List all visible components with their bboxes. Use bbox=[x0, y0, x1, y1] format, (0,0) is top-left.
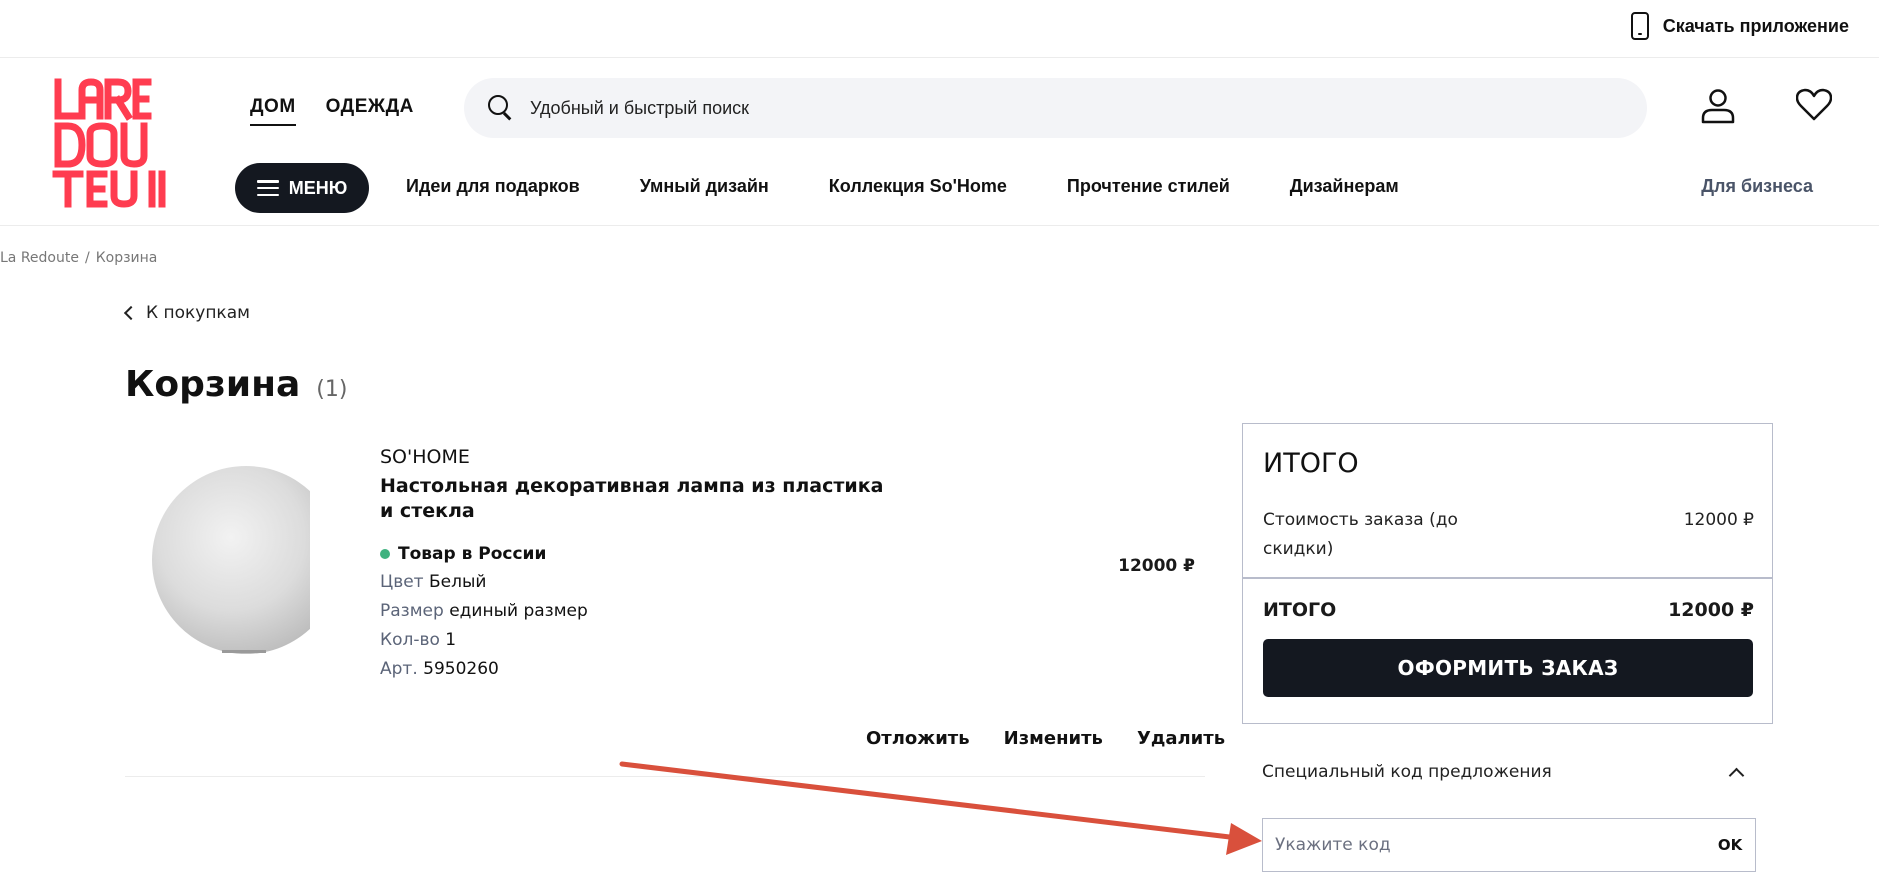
nav-gift-ideas[interactable]: Идеи для подарков bbox=[406, 176, 580, 197]
total-label: ИТОГО bbox=[1263, 599, 1337, 621]
summary-divider bbox=[1243, 577, 1772, 579]
nav-designers[interactable]: Дизайнерам bbox=[1290, 176, 1399, 197]
promo-code-input[interactable] bbox=[1263, 835, 1705, 855]
category-nav: Идеи для подарков Умный дизайн Коллекция… bbox=[406, 176, 1399, 197]
breadcrumb: La Redoute / Корзина bbox=[0, 250, 157, 266]
back-label: К покупкам bbox=[146, 303, 250, 323]
total-value: 12000 ₽ bbox=[1668, 599, 1754, 621]
sku-value: 5950260 bbox=[423, 659, 499, 679]
summary-title: ИТОГО bbox=[1263, 448, 1359, 479]
business-link[interactable]: Для бизнеса bbox=[1701, 176, 1813, 197]
tab-clothing[interactable]: ОДЕЖДА bbox=[326, 96, 414, 126]
color-label: Цвет bbox=[380, 572, 424, 592]
quantity-label: Кол-во bbox=[380, 630, 440, 650]
heart-icon[interactable] bbox=[1796, 88, 1832, 122]
download-app-label: Скачать приложение bbox=[1662, 15, 1849, 36]
search-input[interactable] bbox=[530, 97, 1530, 119]
promo-toggle-label: Специальный код предложения bbox=[1262, 762, 1552, 782]
search-bar[interactable] bbox=[464, 78, 1647, 138]
hamburger-icon bbox=[256, 180, 279, 196]
order-summary: ИТОГО Стоимость заказа (до скидки) 12000… bbox=[1242, 423, 1773, 724]
breadcrumb-current: Корзина bbox=[95, 250, 158, 266]
color-value: Белый bbox=[429, 572, 487, 592]
size-label: Размер bbox=[380, 601, 444, 621]
product-price: 12000 ₽ bbox=[1118, 556, 1195, 576]
menu-label: МЕНЮ bbox=[288, 177, 348, 198]
breadcrumb-root[interactable]: La Redoute bbox=[0, 250, 79, 266]
product-image[interactable] bbox=[150, 462, 310, 657]
delete-button[interactable]: Удалить bbox=[1137, 728, 1225, 749]
la-redoute-logo[interactable] bbox=[52, 78, 186, 208]
nav-smart-design[interactable]: Умный дизайн bbox=[640, 176, 769, 197]
promo-submit-button[interactable]: OK bbox=[1705, 836, 1755, 854]
search-icon[interactable] bbox=[488, 95, 514, 121]
product-quantity: Кол-во 1 bbox=[380, 630, 900, 651]
chevron-up-icon bbox=[1728, 767, 1745, 783]
page-title: Корзина (1) bbox=[125, 364, 347, 405]
product-actions: Отложить Изменить Удалить bbox=[866, 728, 1225, 749]
chevron-left-icon bbox=[123, 305, 139, 321]
menu-button[interactable]: МЕНЮ bbox=[235, 163, 369, 213]
cart-title: Корзина bbox=[125, 364, 301, 405]
product-size: Размер единый размер bbox=[380, 601, 900, 622]
product-color: Цвет Белый bbox=[380, 572, 900, 593]
nav-sohome-collection[interactable]: Коллекция So'Home bbox=[829, 176, 1007, 197]
checkout-button[interactable]: ОФОРМИТЬ ЗАКАЗ bbox=[1263, 639, 1753, 697]
back-to-shopping-link[interactable]: К покупкам bbox=[123, 303, 250, 323]
download-app-link[interactable]: Скачать приложение bbox=[1630, 12, 1849, 40]
product-details: SO'HOME Настольная декоративная лампа из… bbox=[380, 446, 900, 688]
in-stock-dot-icon bbox=[380, 549, 390, 559]
promo-code-field: OK bbox=[1262, 818, 1756, 872]
nav-style-reading[interactable]: Прочтение стилей bbox=[1067, 176, 1230, 197]
subtotal-value: 12000 ₽ bbox=[1683, 510, 1754, 530]
sku-label: Арт. bbox=[380, 659, 418, 679]
stock-status: Товар в России bbox=[380, 544, 900, 564]
promo-code-toggle[interactable]: Специальный код предложения bbox=[1262, 762, 1750, 783]
product-name[interactable]: Настольная декоративная лампа из пластик… bbox=[380, 474, 900, 524]
quantity-value: 1 bbox=[445, 630, 457, 650]
size-value: единый размер bbox=[449, 601, 588, 621]
breadcrumb-separator: / bbox=[84, 250, 90, 266]
postpone-button[interactable]: Отложить bbox=[866, 728, 970, 749]
main-tabs: ДОМ ОДЕЖДА bbox=[250, 96, 414, 126]
product-sku: Арт. 5950260 bbox=[380, 659, 900, 680]
stock-label: Товар в России bbox=[398, 544, 547, 564]
tab-home[interactable]: ДОМ bbox=[250, 96, 296, 126]
site-header: ДОМ ОДЕЖДА МЕНЮ Идеи для подарков Умный … bbox=[0, 58, 1879, 226]
product-divider bbox=[125, 776, 1205, 777]
top-bar: Скачать приложение bbox=[0, 0, 1879, 58]
product-brand[interactable]: SO'HOME bbox=[380, 446, 900, 468]
cart-count: (1) bbox=[316, 377, 348, 402]
subtotal-label: Стоимость заказа (до скидки) bbox=[1263, 510, 1458, 559]
phone-icon bbox=[1630, 12, 1649, 40]
edit-button[interactable]: Изменить bbox=[1004, 728, 1103, 749]
user-icon[interactable] bbox=[1700, 88, 1736, 124]
